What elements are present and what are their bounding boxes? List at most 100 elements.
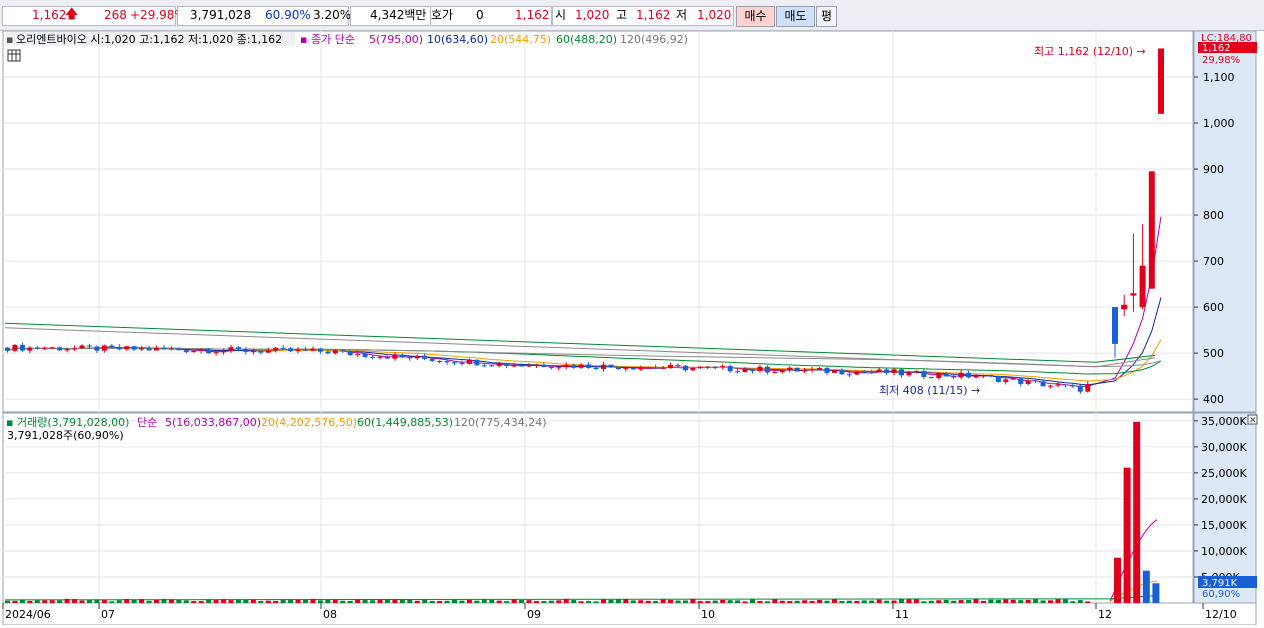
candle-body: [377, 356, 383, 358]
volume-label: 거래량(3,791,028,00): [17, 416, 129, 429]
candle-body: [533, 364, 539, 366]
volume-bar: [12, 600, 18, 603]
volume-bar: [183, 600, 189, 603]
volume-value: 3,791,028: [190, 8, 252, 22]
volume-toggle-icon[interactable]: ▪: [6, 416, 13, 429]
candle-body: [474, 359, 480, 366]
candle-body: [444, 360, 450, 363]
candle-body: [1121, 304, 1128, 310]
volume-ma120-label: 120(775,434,24): [454, 416, 547, 429]
close-icon[interactable]: ✕: [1247, 414, 1258, 426]
sell-button[interactable]: 매도: [776, 6, 815, 27]
collapse-icon[interactable]: ▪: [6, 33, 13, 46]
volume-bar: [906, 599, 912, 603]
date-axis[interactable]: [2, 602, 1257, 626]
date-tick-label: 2024/06: [5, 608, 51, 621]
volume-bar: [913, 599, 919, 603]
candle-body: [906, 372, 912, 376]
volume-bar: [265, 600, 271, 603]
candle-body: [1048, 385, 1053, 387]
candle-body: [869, 372, 875, 374]
volume-bar: [131, 599, 137, 603]
volume-bar: [563, 598, 569, 603]
candle-body: [586, 364, 592, 368]
candle-body: [921, 371, 927, 378]
volume-bar: [533, 601, 539, 603]
candle-body: [49, 347, 55, 349]
candle-body: [1018, 378, 1024, 384]
volume-panel[interactable]: [2, 412, 1194, 604]
candle-body: [690, 367, 696, 371]
candle-body: [750, 369, 755, 371]
table-icon[interactable]: [7, 49, 21, 62]
candle-body: [116, 346, 122, 350]
volume-bar: [571, 600, 577, 603]
candle-body: [980, 375, 986, 377]
volume-bar: [824, 600, 830, 603]
candle-body: [325, 351, 331, 354]
date-tick-label: 09: [527, 608, 541, 621]
candle-body: [943, 373, 949, 377]
candle-body: [86, 345, 92, 347]
candle-body: [161, 347, 167, 350]
candle-body: [481, 365, 487, 367]
volume-bar: [228, 600, 234, 603]
candle-body: [42, 348, 48, 350]
volume-bar: [325, 599, 331, 603]
candle-body: [489, 365, 495, 367]
candle-body: [176, 348, 182, 351]
volume-bar: [332, 599, 338, 603]
candle-body: [779, 370, 785, 373]
candle-body: [675, 364, 681, 366]
candle-body: [891, 369, 897, 373]
candle-body: [571, 364, 577, 368]
volume-bar: [638, 600, 644, 603]
candle-body: [645, 367, 651, 369]
average-button[interactable]: 평: [816, 6, 837, 27]
candle-body: [168, 348, 174, 350]
volume-bar: [280, 599, 286, 603]
candle-body: [280, 347, 286, 349]
candle-body: [288, 348, 294, 352]
candle-body: [139, 348, 145, 350]
volume-bar: [362, 599, 368, 603]
candle-body: [958, 372, 964, 378]
volume-bar: [1077, 600, 1083, 603]
date-tick-label: 11: [895, 608, 909, 621]
ma10-label: 10(634,60): [427, 33, 488, 46]
ma-toggle-icon[interactable]: ▪: [300, 33, 307, 46]
stock-chart[interactable]: 4005006007008009001,0001,1005,000K10,000…: [0, 30, 1264, 626]
volume-ratio: 60.90%: [265, 8, 311, 22]
volume-bar: [511, 599, 517, 603]
volume-tick-label: 25,000K: [1201, 467, 1247, 480]
candle-body: [541, 364, 547, 368]
volume-bar: [49, 600, 55, 603]
volume-bar: [854, 600, 860, 603]
volume-bar: [1133, 421, 1141, 603]
volume-bar: [1062, 599, 1068, 603]
candle-body: [735, 371, 741, 373]
candle-body: [966, 372, 972, 378]
volume-bar: [623, 599, 629, 603]
volume-tag: 3,791K: [1202, 578, 1238, 589]
buy-button[interactable]: 매수: [736, 6, 775, 27]
price-tick-label: 1,000: [1203, 117, 1235, 130]
volume-bar: [705, 600, 711, 603]
volume-bar: [1055, 599, 1061, 603]
volume-bar: [444, 600, 450, 603]
candle-body: [1055, 384, 1061, 386]
current-volume: 3,791,028주(60,90%): [7, 429, 124, 442]
price-tag: 1,162: [1202, 43, 1231, 54]
candle-body: [1040, 381, 1046, 387]
date-tick-label: 12: [1098, 608, 1112, 621]
candle-body: [988, 375, 994, 377]
candle-body: [310, 348, 316, 351]
volume-bar: [936, 600, 942, 603]
candle-body: [392, 354, 398, 359]
volume-bar: [496, 600, 502, 603]
volume-bar: [526, 600, 532, 603]
candle-body: [124, 346, 130, 350]
volume-bar: [1025, 599, 1031, 603]
volume-bar: [1152, 583, 1160, 603]
volume-bar: [384, 599, 390, 603]
